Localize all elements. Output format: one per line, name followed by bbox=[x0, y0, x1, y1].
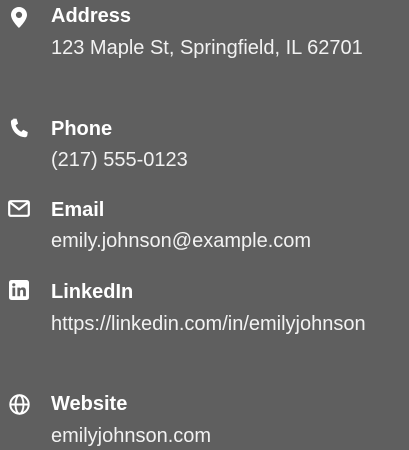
address-value: 123 Maple St, Springfield, IL 62701 bbox=[51, 37, 363, 59]
address-label: Address bbox=[51, 5, 132, 27]
envelope-icon bbox=[8, 197, 30, 219]
linkedin-icon bbox=[8, 279, 30, 301]
email-label: Email bbox=[51, 199, 105, 221]
phone-value[interactable]: (217) 555-0123 bbox=[51, 146, 403, 174]
linkedin-label: LinkedIn bbox=[51, 281, 134, 303]
globe-icon bbox=[8, 393, 30, 415]
website-label: Website bbox=[51, 393, 128, 415]
phone-label: Phone bbox=[51, 118, 113, 140]
linkedin-value[interactable]: https://linkedin.com/in/emilyjohnson bbox=[51, 310, 403, 338]
website-value[interactable]: emilyjohnson.com bbox=[51, 422, 403, 450]
phone-icon bbox=[8, 118, 30, 140]
contact-list: Address 123 Maple St, Springfield, IL 62… bbox=[0, 0, 409, 450]
map-pin-icon bbox=[8, 6, 30, 28]
email-value[interactable]: emily.johnson@example.com bbox=[51, 227, 403, 255]
